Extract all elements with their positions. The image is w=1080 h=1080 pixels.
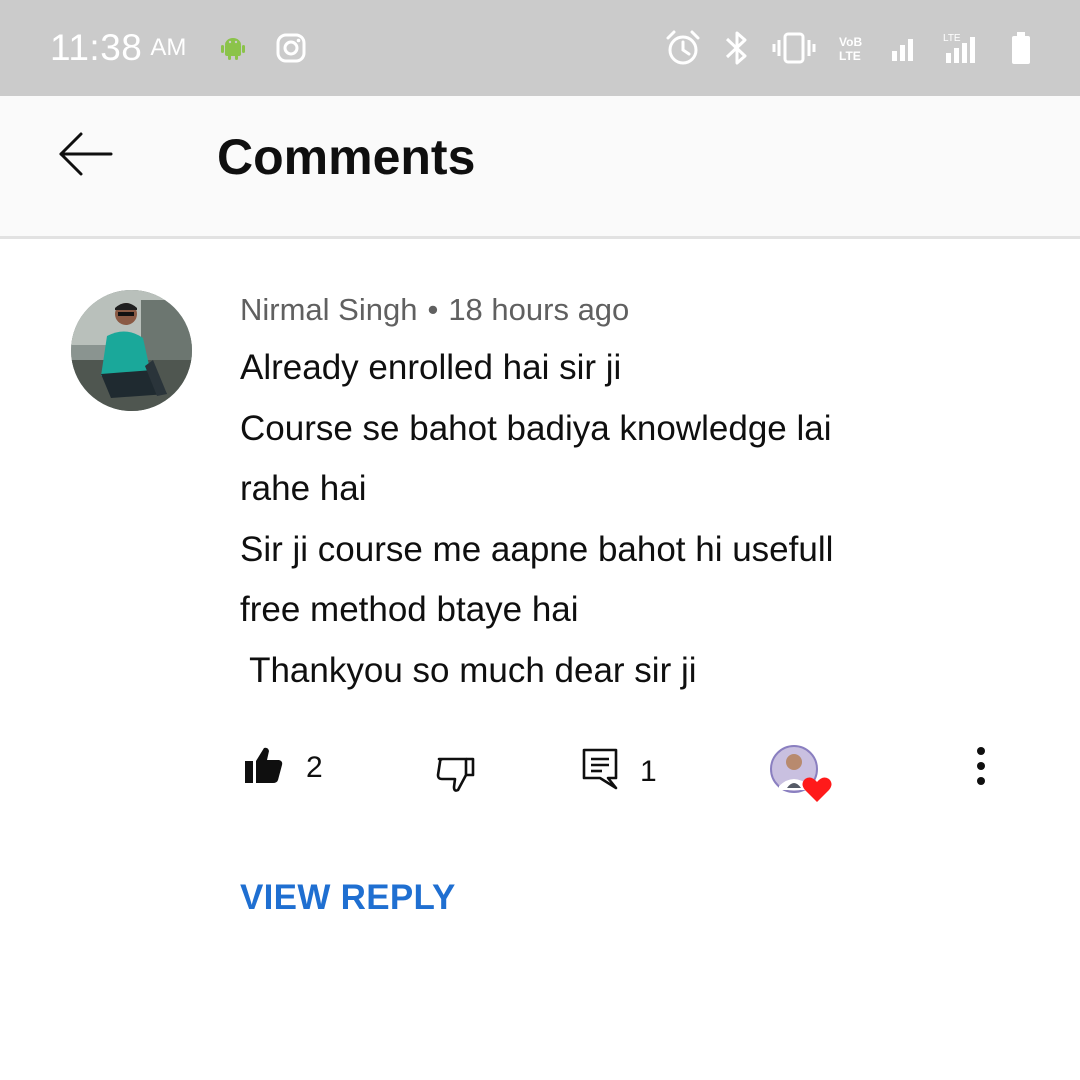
comment-line: Already enrolled hai sir ji [240, 348, 622, 387]
lte-signal-icon: LTE [942, 31, 988, 65]
dislike-button[interactable] [436, 756, 476, 799]
volte-icon: VoB LTE [838, 33, 868, 63]
meta-separator: • [427, 292, 439, 327]
more-vertical-icon [976, 746, 986, 791]
comment-line: Course se bahot badiya knowledge lai [240, 408, 832, 448]
reply-button[interactable]: 1 [582, 748, 657, 795]
android-icon [220, 35, 246, 61]
app-bar: Comments [0, 96, 1080, 239]
reply-count: 1 [640, 754, 657, 788]
comment-line: Thankyou so much dear sir ji [240, 650, 697, 690]
comment-thread: Nirmal Singh • 18 hours ago Already enroll… [0, 240, 1080, 1080]
alarm-icon [664, 29, 702, 67]
instagram-icon [276, 33, 306, 63]
vibrate-icon [772, 31, 816, 65]
signal-icon [890, 33, 920, 63]
page-title: Comments [217, 129, 476, 185]
more-options-button[interactable] [962, 746, 1000, 790]
comment-line: rahe hai [240, 469, 367, 508]
comment-author[interactable]: Nirmal Singh [240, 292, 417, 327]
comment-line: free method btaye hai [240, 590, 579, 629]
creator-heart-badge [769, 744, 835, 802]
status-bar: 11:38 AM VoB LTE LTE [0, 0, 1080, 96]
thumbs-down-icon [436, 756, 476, 799]
comment-timestamp: 18 hours ago [448, 292, 630, 327]
back-button[interactable] [50, 126, 120, 186]
avatar[interactable] [71, 290, 192, 411]
comment-text: Already enrolled hai sir ji Course se ba… [240, 338, 1000, 701]
heart-icon [802, 777, 832, 802]
bluetooth-icon [724, 29, 750, 67]
status-ampm: AM [150, 34, 187, 61]
comment-actions: 2 1 [0, 740, 1080, 802]
comment-line: Sir ji course me aapne bahot hi usefull [240, 529, 834, 569]
thumbs-up-icon [244, 746, 284, 789]
svg-text:LTE: LTE [943, 33, 961, 44]
reply-comment-icon [582, 748, 618, 795]
back-arrow-icon [57, 131, 113, 182]
svg-text:LTE: LTE [839, 49, 861, 63]
battery-icon [1010, 31, 1032, 65]
comment-meta: Nirmal Singh • 18 hours ago [240, 288, 629, 332]
like-count: 2 [306, 750, 323, 784]
svg-text:VoB: VoB [839, 35, 862, 49]
status-time: 11:38 [50, 27, 143, 68]
like-button[interactable]: 2 [244, 746, 323, 789]
view-reply-button[interactable]: VIEW REPLY [240, 878, 456, 918]
